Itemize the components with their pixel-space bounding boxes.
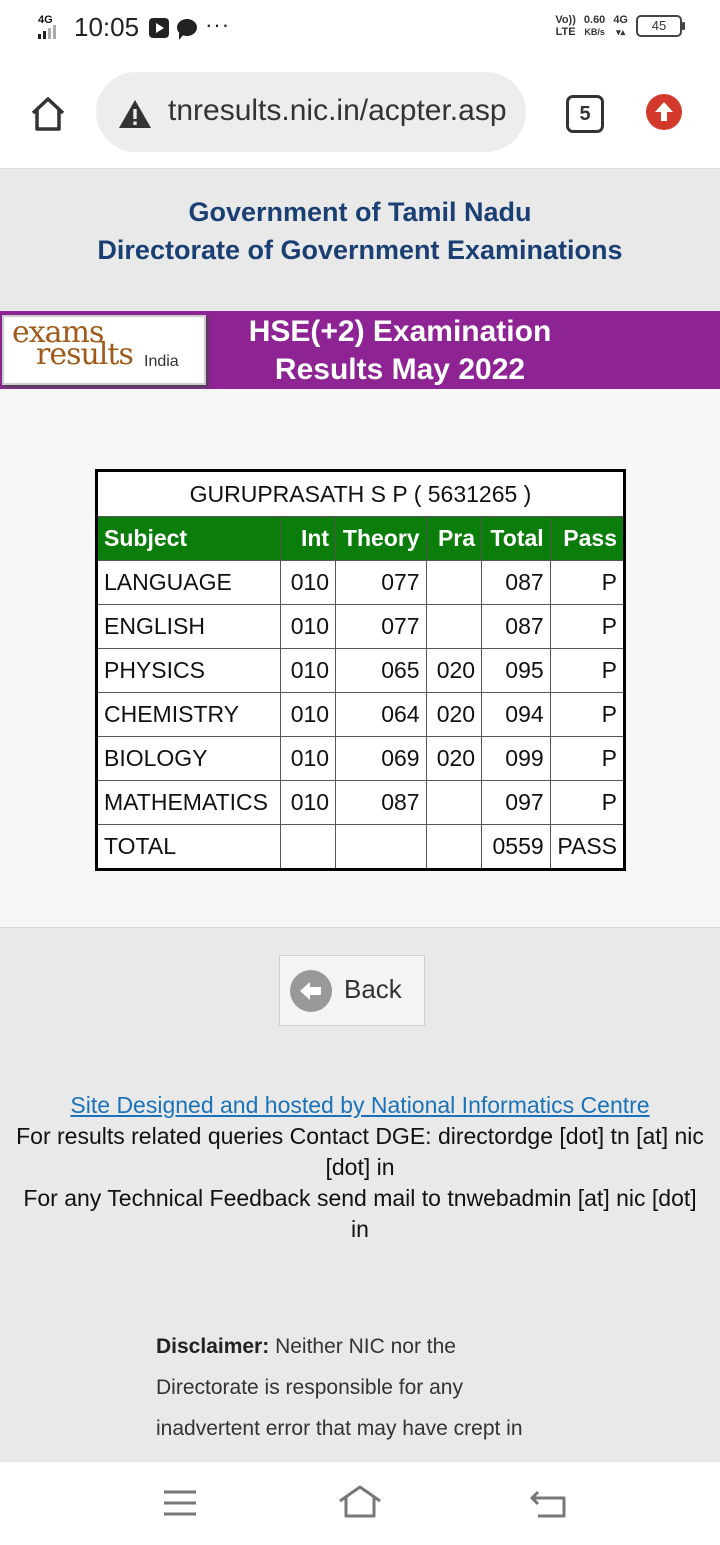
internal-cell: 010 [279,604,337,649]
theory-cell: 077 [335,560,427,605]
internal-cell: 010 [279,736,337,781]
back-button-label: Back [344,974,402,1004]
disclaimer: Disclaimer: Neither NIC nor the Director… [156,1326,556,1449]
column-header: Theory [335,516,427,561]
internal-cell: 010 [279,692,337,737]
pass-cell: P [549,560,626,605]
update-arrow-icon[interactable] [646,94,682,130]
system-navigation-bar [0,1461,720,1545]
total-cell: 099 [481,736,551,781]
total-cell: 095 [481,648,551,693]
theory-cell: 069 [335,736,427,781]
home-icon[interactable] [30,96,66,132]
column-header: Subject [96,516,281,561]
pass-cell: P [549,648,626,693]
internal-cell: 010 [279,780,337,825]
subject-cell: LANGUAGE [96,560,281,605]
subject-cell: MATHEMATICS [96,780,281,825]
practical-cell [425,604,483,649]
exams-results-logo: exams results India [2,315,206,385]
data-speed: 0.60 KB/s [583,14,606,37]
total-cell: 097 [481,780,551,825]
clock: 10:05 [74,12,140,42]
practical-cell: 020 [425,692,483,737]
practical-cell: 020 [425,736,483,781]
feedback-text: For any Technical Feedback send mail to … [23,1185,697,1242]
signal-icon: 4G [36,14,70,42]
total-cell: 094 [481,692,551,737]
nic-link[interactable]: Site Designed and hosted by National Inf… [70,1092,649,1118]
internal-cell: 010 [279,648,337,693]
subject-cell: ENGLISH [96,604,281,649]
footer: Site Designed and hosted by National Inf… [0,1090,720,1245]
header-line-2: Directorate of Government Examinations [97,235,623,265]
practical-cell [425,824,483,870]
practical-cell [425,560,483,605]
grand-total-cell: 0559 [481,824,551,870]
pass-cell: P [549,780,626,825]
table-row: MATHEMATICS 010 087 097 P [96,780,626,825]
theory-cell: 065 [335,648,427,693]
more-notifications-icon: ··· [205,11,231,37]
theory-cell: 087 [335,780,427,825]
table-header-row: Subject Int Theory Pra Total Pass [96,516,626,561]
warning-icon[interactable] [118,99,152,129]
pass-cell: P [549,692,626,737]
column-header: Total [481,516,551,561]
site-header: Government of Tamil Nadu Directorate of … [0,169,720,311]
column-header: Pass [549,516,626,561]
pass-cell: P [549,604,626,649]
internal-cell: 010 [279,560,337,605]
youtube-notification-icon [149,17,170,38]
theory-cell: 064 [335,692,427,737]
network-4g-indicator: 4G ▾▴ [613,14,628,37]
practical-cell [425,780,483,825]
battery-icon: 45 [636,15,685,37]
total-row: TOTAL 0559 PASS [96,824,626,870]
table-row: PHYSICS 010 065 020 095 P [96,648,626,693]
subject-cell: CHEMISTRY [96,692,281,737]
tab-switcher-button[interactable]: 5 [566,95,604,133]
disclaimer-label: Disclaimer: [156,1335,270,1358]
internal-cell [279,824,337,870]
back-button[interactable]: Back [279,955,425,1026]
address-bar[interactable]: tnresults.nic.in/acpter.asp [96,72,526,152]
student-row: GURUPRASATH S P ( 5631265 ) [96,470,625,517]
table-row: CHEMISTRY 010 064 020 094 P [96,692,626,737]
subject-cell: BIOLOGY [96,736,281,781]
url-text[interactable]: tnresults.nic.in/acpter.asp [168,94,513,128]
table-row: ENGLISH 010 077 087 P [96,604,626,649]
contact-text: For results related queries Contact DGE:… [16,1123,704,1180]
menu-icon[interactable] [162,1488,198,1518]
table-row: BIOLOGY 010 069 020 099 P [96,736,626,781]
status-bar: 4G 10:05 ··· Vo)) LTE 0.60 KB/s 4G ▾▴ 45 [0,0,720,56]
exam-banner: exams results India HSE(+2) Examination … [0,311,720,389]
back-arrow-icon [290,970,332,1012]
theory-cell: 077 [335,604,427,649]
marks-table: GURUPRASATH S P ( 5631265 ) Subject Int … [95,469,626,871]
subject-cell: TOTAL [96,824,281,870]
subject-cell: PHYSICS [96,648,281,693]
result-status-cell: PASS [549,824,626,870]
pass-cell: P [549,736,626,781]
back-nav-icon[interactable] [528,1488,568,1520]
message-notification-icon [177,19,198,40]
header-line-1: Government of Tamil Nadu [188,197,532,227]
theory-cell [335,824,427,870]
banner-title-line-1: HSE(+2) Examination [248,315,552,348]
volte-indicator: Vo)) LTE [555,14,576,38]
table-row: LANGUAGE 010 077 087 P [96,560,626,605]
column-header: Pra [425,516,483,561]
home-nav-icon[interactable] [336,1484,384,1520]
total-cell: 087 [481,604,551,649]
result-section: GURUPRASATH S P ( 5631265 ) Subject Int … [0,389,720,928]
column-header: Int [279,516,337,561]
browser-toolbar: tnresults.nic.in/acpter.asp 5 [0,56,720,169]
total-cell: 087 [481,560,551,605]
student-name-and-regno: GURUPRASATH S P ( 5631265 ) [96,470,625,517]
banner-title-line-2: Results May 2022 [274,353,526,386]
practical-cell: 020 [425,648,483,693]
